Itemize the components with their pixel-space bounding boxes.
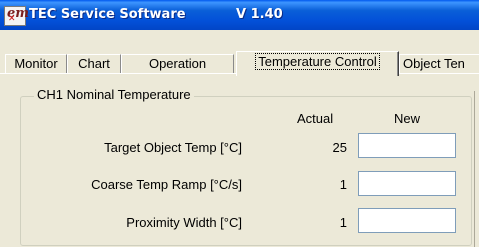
tab-operation[interactable]: Operation [121, 54, 234, 73]
tab-object-temperature-label: Object Ten [403, 56, 465, 71]
groupbox-title: CH1 Nominal Temperature [34, 86, 194, 104]
title-bar[interactable]: em ✕ TEC Service Software V 1.40 [0, 0, 479, 30]
row-actual-proximity-width: 1 [339, 215, 347, 230]
tab-temperature-control-label: Temperature Control [255, 53, 380, 70]
tab-temperature-control[interactable]: Temperature Control [236, 51, 399, 76]
column-header-new: New [394, 111, 421, 126]
tab-operation-label: Operation [148, 56, 207, 71]
coarse-temp-ramp-new-input[interactable] [358, 171, 456, 196]
column-header-actual: Actual [297, 111, 334, 126]
proximity-width-new-input[interactable] [358, 208, 456, 233]
tab-monitor[interactable]: Monitor [5, 54, 67, 73]
panel-divider [474, 91, 475, 247]
row-label-proximity-width: Proximity Width [°C] [126, 215, 242, 230]
row-label-target-object-temp: Target Object Temp [°C] [104, 140, 242, 155]
target-object-temp-new-input[interactable] [358, 133, 456, 158]
row-actual-coarse-temp-ramp: 1 [339, 177, 347, 192]
application-window: em ✕ TEC Service Software V 1.40 Monitor… [0, 0, 479, 247]
tab-chart[interactable]: Chart [67, 54, 121, 73]
tab-monitor-label: Monitor [14, 56, 58, 71]
tab-object-temperature[interactable]: Object Ten [399, 54, 479, 73]
window-title: TEC Service Software [29, 7, 186, 22]
row-actual-target-object-temp: 25 [332, 140, 347, 155]
app-icon-cross-icon: ✕ [8, 14, 16, 24]
app-icon[interactable]: em ✕ [4, 6, 29, 26]
window-version: V 1.40 [236, 7, 283, 22]
tab-chart-label: Chart [78, 56, 110, 71]
row-label-coarse-temp-ramp: Coarse Temp Ramp [°C/s] [91, 177, 242, 192]
